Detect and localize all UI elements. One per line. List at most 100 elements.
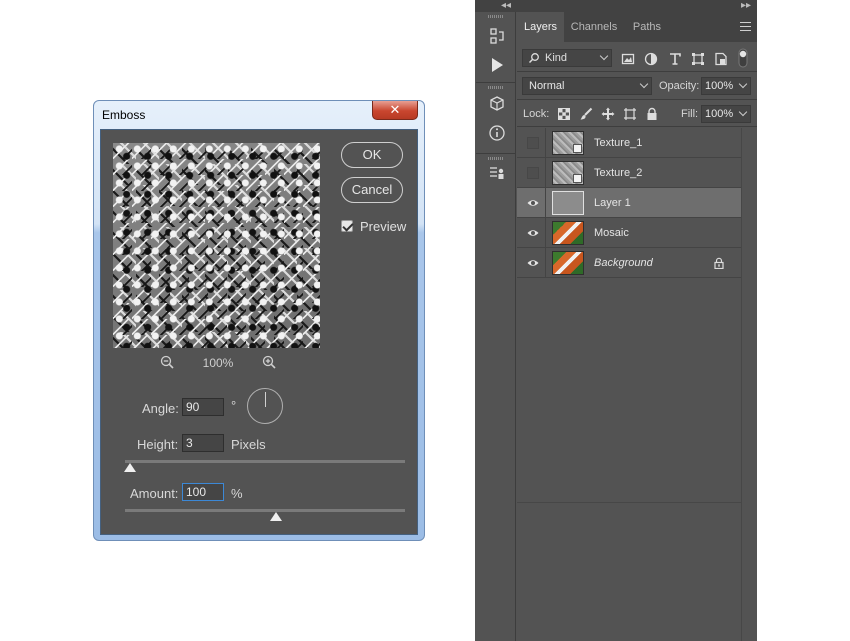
- height-input[interactable]: 3: [182, 434, 224, 452]
- zoom-in-icon[interactable]: [261, 354, 277, 370]
- layers-scrollbar[interactable]: [741, 128, 757, 641]
- filter-kind-value: Kind: [545, 52, 567, 64]
- fill-value: 100%: [705, 108, 733, 120]
- amount-slider-track[interactable]: [125, 509, 405, 512]
- strip-grip[interactable]: [488, 157, 504, 160]
- 3d-cube-icon[interactable]: [488, 95, 506, 113]
- panel-divider: [517, 502, 741, 503]
- photoshop-panel-dock: ◂◂ ▸▸: [475, 0, 757, 641]
- layer-row-texture-2[interactable]: Texture_2: [517, 158, 757, 188]
- row-divider: [545, 248, 546, 278]
- row-divider: [545, 158, 546, 188]
- fill-input[interactable]: 100%: [701, 105, 751, 123]
- amount-label: Amount:: [130, 486, 178, 501]
- degree-unit: °: [231, 398, 236, 413]
- angle-label: Angle:: [142, 401, 179, 416]
- chevron-down-icon[interactable]: [739, 80, 747, 88]
- strip-divider: [476, 82, 516, 83]
- ok-button[interactable]: OK: [341, 142, 403, 168]
- tab-paths[interactable]: Paths: [623, 12, 671, 42]
- layer-thumbnail: [552, 131, 584, 155]
- lock-transparency-icon[interactable]: [557, 107, 571, 121]
- properties-icon[interactable]: [488, 164, 506, 182]
- lock-pixels-brush-icon[interactable]: [579, 107, 593, 121]
- adjustment-filter-icon[interactable]: [644, 52, 658, 66]
- smart-object-filter-icon[interactable]: [714, 52, 728, 66]
- amount-input[interactable]: 100: [182, 483, 224, 501]
- preview-checkbox[interactable]: [341, 220, 353, 232]
- eye-icon[interactable]: [527, 227, 539, 239]
- filter-toggle-icon[interactable]: [738, 48, 748, 68]
- strip-grip[interactable]: [488, 86, 504, 89]
- chevron-down-icon: [600, 52, 608, 60]
- preview-label: Preview: [360, 219, 406, 234]
- strip-divider: [476, 153, 516, 154]
- lock-position-move-icon[interactable]: [601, 107, 615, 121]
- layer-thumbnail: [552, 251, 584, 275]
- height-slider-thumb[interactable]: [124, 463, 136, 472]
- lock-icon[interactable]: [713, 257, 725, 269]
- filter-preview[interactable]: [113, 143, 320, 348]
- panel-icon-strip: [476, 12, 516, 641]
- zoom-controls: 100%: [101, 352, 331, 372]
- opacity-input[interactable]: 100%: [701, 77, 751, 95]
- row-divider: [545, 218, 546, 248]
- angle-input[interactable]: 90: [182, 398, 224, 416]
- height-slider-track[interactable]: [125, 460, 405, 463]
- layer-name: Layer 1: [594, 197, 631, 209]
- info-icon[interactable]: [488, 124, 506, 142]
- search-icon: [528, 52, 540, 64]
- cancel-button[interactable]: Cancel: [341, 177, 403, 203]
- layer-name: Mosaic: [594, 227, 629, 239]
- collapse-left-icon[interactable]: ◂◂: [501, 0, 511, 11]
- play-actions-icon[interactable]: [488, 56, 506, 74]
- amount-slider-thumb[interactable]: [270, 512, 282, 521]
- filter-kind-dropdown[interactable]: Kind: [522, 49, 612, 67]
- zoom-out-icon[interactable]: [159, 354, 175, 370]
- lock-label: Lock:: [523, 108, 549, 120]
- panel-menu-icon[interactable]: [740, 22, 751, 31]
- layer-row-texture-1[interactable]: Texture_1: [517, 128, 757, 158]
- type-filter-icon[interactable]: [668, 52, 682, 66]
- tab-layers[interactable]: Layers: [517, 12, 564, 42]
- tab-channels[interactable]: Channels: [565, 12, 623, 42]
- row-divider: [545, 188, 546, 218]
- chevron-down-icon[interactable]: [739, 108, 747, 116]
- layer-row-mosaic[interactable]: Mosaic: [517, 218, 757, 248]
- strip-grip[interactable]: [488, 15, 504, 18]
- shape-filter-icon[interactable]: [691, 52, 705, 66]
- layers-panel: Layers Channels Paths Kind: [517, 12, 757, 641]
- smart-object-badge-icon: [573, 174, 582, 183]
- height-unit: Pixels: [231, 437, 266, 452]
- lock-all-icon[interactable]: [645, 107, 659, 121]
- history-icon[interactable]: [488, 27, 506, 45]
- panel-tabbar: Layers Channels Paths: [517, 12, 757, 42]
- pixel-filter-icon[interactable]: [621, 52, 635, 66]
- eye-icon[interactable]: [527, 257, 539, 269]
- opacity-label: Opacity:: [659, 80, 699, 92]
- dialog-title: Emboss: [102, 108, 145, 122]
- lock-artboard-icon[interactable]: [623, 107, 637, 121]
- visibility-toggle-off[interactable]: [527, 137, 539, 149]
- collapse-right-icon[interactable]: ▸▸: [741, 0, 751, 11]
- layer-row-background[interactable]: Background: [517, 248, 757, 278]
- layer-name: Texture_1: [594, 137, 642, 149]
- opacity-value: 100%: [705, 80, 733, 92]
- angle-dial[interactable]: [247, 388, 283, 424]
- visibility-toggle-off[interactable]: [527, 167, 539, 179]
- dialog-body: 100% OK Cancel Preview Angle: 90 ° Heigh…: [100, 129, 418, 535]
- fill-label: Fill:: [681, 108, 698, 120]
- zoom-level: 100%: [193, 356, 243, 370]
- close-button[interactable]: ✕: [372, 101, 418, 120]
- layer-name: Texture_2: [594, 167, 642, 179]
- layer-row-layer-1[interactable]: Layer 1: [517, 188, 757, 218]
- layer-name: Background: [594, 257, 653, 269]
- blend-row: Normal Opacity: 100%: [517, 73, 757, 100]
- blend-mode-dropdown[interactable]: Normal: [522, 77, 652, 95]
- layers-list: Texture_1 Texture_2 Layer 1: [517, 128, 757, 278]
- eye-icon[interactable]: [527, 197, 539, 209]
- emboss-dialog: Emboss ✕ 100% OK Cancel Preview Angle: 9…: [93, 100, 425, 541]
- dock-header: ◂◂ ▸▸: [475, 0, 757, 12]
- lock-row: Lock: F: [517, 101, 757, 127]
- row-divider: [545, 128, 546, 158]
